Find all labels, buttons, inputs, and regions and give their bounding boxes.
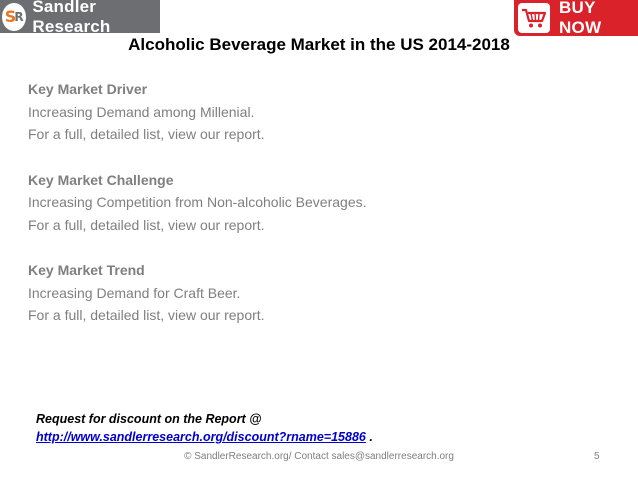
discount-label: Request for discount on the Report @ xyxy=(36,412,262,426)
section-text: Increasing Competition from Non-alcoholi… xyxy=(28,194,367,210)
logo-mark-icon: S R xyxy=(2,2,27,31)
market-sections: Key Market Driver Increasing Demand amon… xyxy=(28,78,608,350)
discount-link-line: http://www.sandlerresearch.org/discount?… xyxy=(36,428,373,446)
section-trend: Key Market Trend Increasing Demand for C… xyxy=(28,259,608,327)
logo-mark-r: R xyxy=(14,9,24,24)
section-challenge: Key Market Challenge Increasing Competit… xyxy=(28,169,608,237)
section-heading: Key Market Challenge xyxy=(28,171,174,188)
section-text: Increasing Demand for Craft Beer. xyxy=(28,284,241,301)
discount-link[interactable]: http://www.sandlerresearch.org/discount?… xyxy=(36,430,366,444)
buy-now-label: BUY NOW xyxy=(558,0,602,37)
buy-now-button[interactable]: BUY NOW xyxy=(514,0,638,37)
discount-request: Request for discount on the Report @ htt… xyxy=(36,410,373,446)
discount-suffix: . xyxy=(365,430,373,444)
page-number: 5 xyxy=(594,451,600,462)
sandler-research-logo[interactable]: S R Sandler Research xyxy=(0,0,160,36)
footer-text: © SandlerResearch.org/ Contact sales@san… xyxy=(184,451,454,462)
section-note: For a full, detailed list, view our repo… xyxy=(28,126,265,142)
shopping-cart-icon xyxy=(518,3,550,33)
section-heading: Key Market Trend xyxy=(28,262,145,278)
section-text: Increasing Demand among Millenial. xyxy=(28,103,255,120)
section-note: For a full, detailed list, view our repo… xyxy=(28,216,265,233)
section-driver: Key Market Driver Increasing Demand amon… xyxy=(28,78,608,146)
logo-text: Sandler Research xyxy=(32,0,111,36)
section-note: For a full, detailed list, view our repo… xyxy=(28,307,265,323)
section-heading: Key Market Driver xyxy=(28,81,148,97)
slide-title: Alcoholic Beverage Market in the US 2014… xyxy=(128,35,510,54)
